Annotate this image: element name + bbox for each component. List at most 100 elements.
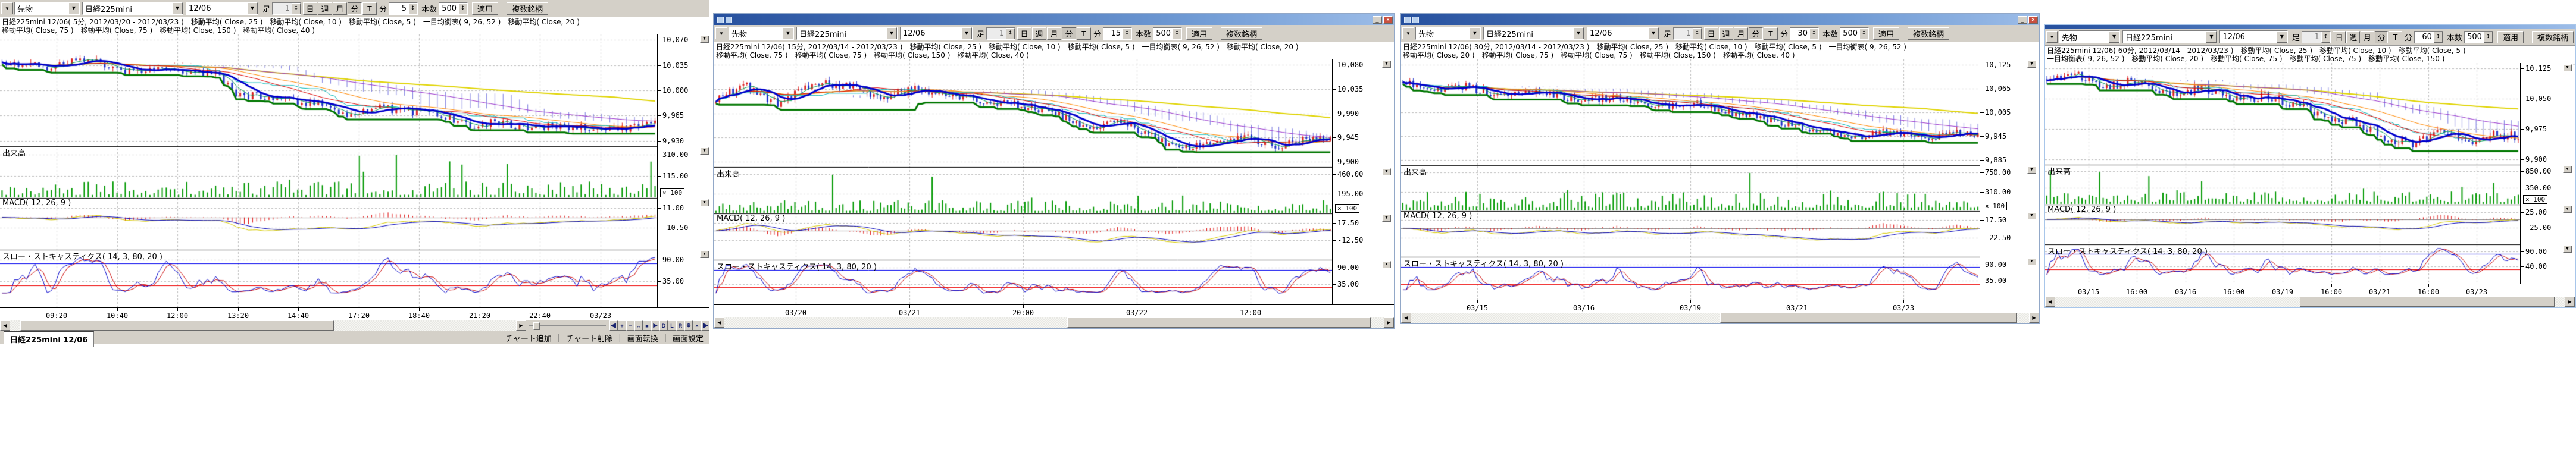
- scroll-left-button[interactable]: ◀: [1401, 313, 1411, 323]
- axis-menu-button[interactable]: ▼: [700, 36, 709, 43]
- bar-count-stepper[interactable]: 500↕: [1840, 27, 1869, 40]
- axis-menu-button[interactable]: ▼: [1382, 168, 1391, 175]
- scrollbar-track[interactable]: [10, 320, 516, 331]
- status-link-3[interactable]: 画面設定: [667, 332, 709, 344]
- multi-symbol-button[interactable]: 複数銘柄: [1908, 27, 1949, 40]
- axis-menu-button[interactable]: ▼: [700, 199, 709, 206]
- apply-button[interactable]: 適用: [1873, 27, 1899, 40]
- axis-menu-button[interactable]: ▼: [1382, 61, 1391, 68]
- minutes-stepper[interactable]: 60↕: [2414, 31, 2443, 43]
- axis-menu-button[interactable]: ▼: [2027, 212, 2036, 219]
- period-minute-button[interactable]: 分: [348, 2, 362, 15]
- contract-month-select[interactable]: 12/06▼: [186, 2, 258, 15]
- minutes-stepper[interactable]: 30↕: [1790, 27, 1819, 40]
- status-link-2[interactable]: 画面転換: [621, 332, 664, 344]
- scrollbar-thumb[interactable]: [1067, 317, 1371, 328]
- contract-month-select[interactable]: 12/06▼: [1587, 27, 1659, 40]
- period-week-button[interactable]: 週: [318, 2, 332, 15]
- contract-month-select[interactable]: 12/06▼: [2219, 30, 2287, 43]
- period-tick-button[interactable]: T: [1764, 27, 1778, 40]
- symbol-select[interactable]: 日経225mini▼: [1483, 27, 1584, 40]
- period-month-button[interactable]: 月: [333, 2, 347, 15]
- period-minute-button[interactable]: 分: [1062, 27, 1076, 40]
- symbol-tab[interactable]: 日経225mini 12/06: [4, 331, 94, 347]
- period-month-button[interactable]: 月: [2361, 31, 2374, 43]
- contract-month-select[interactable]: 12/06▼: [900, 27, 973, 40]
- horizontal-scrollbar[interactable]: ◀▶: [2045, 297, 2575, 307]
- axis-menu-button[interactable]: ▼: [2027, 61, 2036, 68]
- minutes-stepper[interactable]: 5↕: [389, 2, 418, 15]
- multi-symbol-button[interactable]: 複数銘柄: [2532, 31, 2574, 43]
- scroll-right-button[interactable]: ▶: [2029, 313, 2039, 323]
- axis-menu-button[interactable]: ▼: [1382, 215, 1391, 222]
- axis-menu-button[interactable]: ▼: [700, 251, 709, 258]
- close-chart-button[interactable]: ×: [693, 320, 701, 331]
- scrollbar-track[interactable]: [2055, 297, 2565, 307]
- minimize-button[interactable]: _: [2018, 16, 2027, 24]
- apply-button[interactable]: 適用: [472, 2, 498, 15]
- multi-symbol-button[interactable]: 複数銘柄: [507, 2, 548, 15]
- axis-menu-button[interactable]: ▼: [2563, 166, 2572, 173]
- period-week-button[interactable]: 週: [2346, 31, 2360, 43]
- axis-menu-button[interactable]: ▼: [2563, 246, 2572, 253]
- symbol-select[interactable]: 日経225mini▼: [796, 27, 898, 40]
- fit-width-button[interactable]: ↔: [634, 320, 643, 331]
- period-month-button[interactable]: 月: [1734, 27, 1748, 40]
- bar-count-stepper[interactable]: 500↕: [2464, 31, 2493, 43]
- zoom-slider-knob[interactable]: [533, 322, 540, 330]
- scroll-right-button[interactable]: ▶: [516, 320, 526, 331]
- minimize-button[interactable]: _: [1373, 16, 1382, 24]
- bar-multiplier-stepper[interactable]: 1↕: [2302, 31, 2331, 43]
- bar-count-stepper[interactable]: 500↕: [439, 2, 468, 15]
- mode-r-button[interactable]: R: [676, 320, 684, 331]
- category-select[interactable]: 先物▼: [14, 2, 80, 15]
- apply-button[interactable]: 適用: [1186, 27, 1212, 40]
- status-link-1[interactable]: チャート削除: [560, 332, 618, 344]
- scroll-left-button[interactable]: ◀: [2045, 297, 2055, 307]
- category-select[interactable]: 先物▼: [1415, 27, 1481, 40]
- axis-menu-button[interactable]: ▼: [2027, 258, 2036, 265]
- mode-d-button[interactable]: D: [659, 320, 668, 331]
- multi-symbol-button[interactable]: 複数銘柄: [1221, 27, 1262, 40]
- step-right-button[interactable]: |▶: [701, 320, 709, 331]
- scrollbar-thumb[interactable]: [1720, 313, 2017, 323]
- apply-button[interactable]: 適用: [2497, 31, 2524, 43]
- axis-menu-button[interactable]: ▼: [2563, 64, 2572, 71]
- period-week-button[interactable]: 週: [1719, 27, 1733, 40]
- minutes-stepper[interactable]: 15↕: [1103, 27, 1132, 40]
- category-select[interactable]: 先物▼: [729, 27, 794, 40]
- symbol-menu-button[interactable]: ▼: [1402, 27, 1414, 39]
- mode-l-button[interactable]: L: [668, 320, 676, 331]
- period-tick-button[interactable]: T: [1077, 27, 1091, 40]
- period-minute-button[interactable]: 分: [2375, 31, 2389, 43]
- period-tick-button[interactable]: T: [2389, 31, 2402, 43]
- magnify-button[interactable]: ⊕: [684, 320, 693, 331]
- scroll-left-button[interactable]: ◀: [0, 320, 10, 331]
- close-button[interactable]: ×: [1383, 16, 1393, 24]
- step-left-button[interactable]: ◀|: [609, 320, 618, 331]
- zoom-slider[interactable]: [529, 322, 606, 329]
- symbol-select[interactable]: 日経225mini▼: [82, 2, 183, 15]
- scrollbar-thumb[interactable]: [2300, 297, 2555, 307]
- symbol-menu-button[interactable]: ▼: [715, 27, 727, 39]
- scrollbar-track[interactable]: [1411, 313, 2029, 323]
- price-chart-canvas[interactable]: [0, 34, 657, 307]
- window-titlebar[interactable]: _ ×: [714, 14, 1394, 25]
- period-day-button[interactable]: 日: [2333, 31, 2346, 43]
- period-day-button[interactable]: 日: [1704, 27, 1718, 40]
- bar-multiplier-stepper[interactable]: 1↕: [272, 2, 301, 15]
- horizontal-scrollbar[interactable]: ◀▶: [1401, 313, 2039, 323]
- axis-menu-button[interactable]: ▼: [2563, 206, 2572, 213]
- period-month-button[interactable]: 月: [1047, 27, 1061, 40]
- scroll-right-button[interactable]: ▶: [2565, 297, 2575, 307]
- period-day-button[interactable]: 日: [1017, 27, 1031, 40]
- scrollbar-track[interactable]: [724, 317, 1384, 328]
- period-tick-button[interactable]: T: [362, 2, 377, 15]
- close-button[interactable]: ×: [2028, 16, 2038, 24]
- horizontal-scrollbar[interactable]: ◀▶◀|+−↔■▶DLR⊕×|▶: [0, 320, 709, 331]
- play-button[interactable]: ▶: [651, 320, 659, 331]
- axis-menu-button[interactable]: ▼: [700, 147, 709, 155]
- status-link-0[interactable]: チャート追加: [499, 332, 558, 344]
- zoom-out-button[interactable]: −: [626, 320, 634, 331]
- category-select[interactable]: 先物▼: [2059, 30, 2120, 43]
